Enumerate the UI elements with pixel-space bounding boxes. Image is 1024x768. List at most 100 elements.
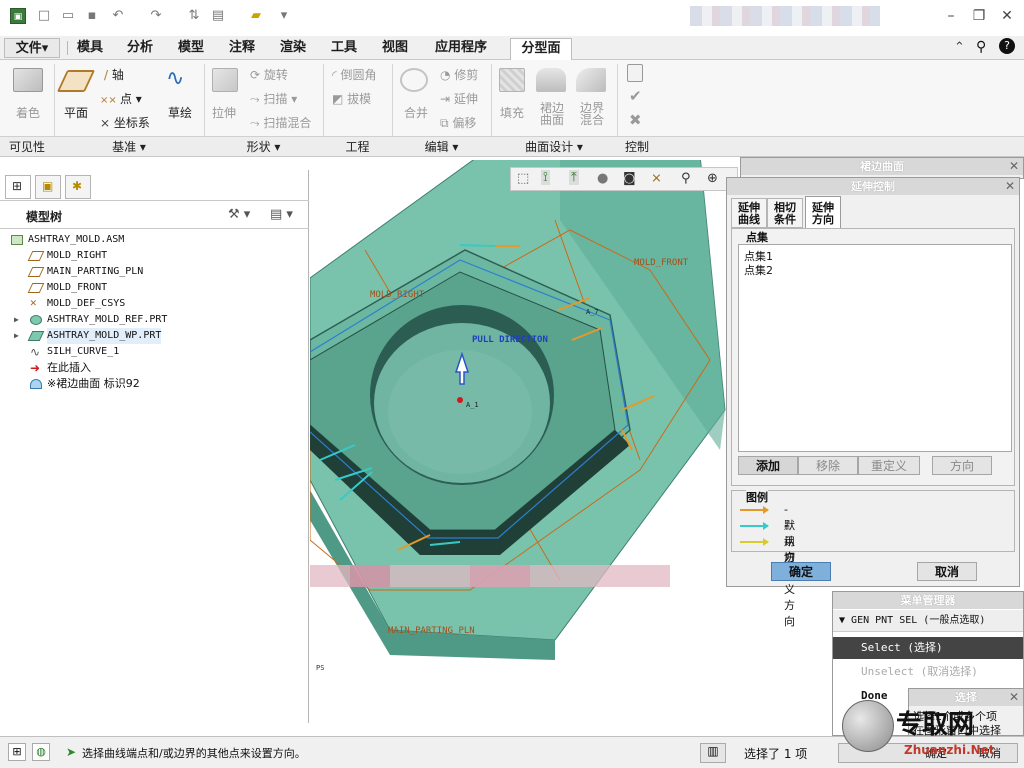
restore-icon[interactable]: ❐ xyxy=(970,7,988,25)
open-icon[interactable]: ▭ xyxy=(60,8,76,24)
new-icon[interactable]: □ xyxy=(36,8,52,24)
cancel-x-button[interactable]: ✖ xyxy=(629,111,642,129)
tree-item-mold-right[interactable]: MOLD_RIGHT xyxy=(27,248,107,264)
tab-file[interactable]: 文件▾ xyxy=(4,38,60,58)
tab-tangent-condition[interactable]: 相切 条件 xyxy=(767,198,803,228)
trim-button[interactable]: ◔ 修剪 xyxy=(440,66,478,83)
datum-point-display-icon[interactable]: ⤒ xyxy=(569,170,579,185)
sketch-button[interactable]: 草绘 xyxy=(168,104,192,121)
group-editing[interactable]: 编辑 ▾ xyxy=(392,136,491,156)
csys-display-icon[interactable]: ⨯ xyxy=(651,171,662,186)
direction-button[interactable]: 方向 xyxy=(932,456,992,475)
help-icon[interactable]: ? xyxy=(999,38,1015,54)
csys-button[interactable]: ⨯ 坐标系 xyxy=(100,114,150,131)
tree-item-mold-front[interactable]: MOLD_FRONT xyxy=(27,280,107,296)
tab-annotate[interactable]: 注释 xyxy=(222,38,262,58)
collapse-ribbon-icon[interactable]: ⌃ xyxy=(954,40,965,55)
ok-button[interactable]: 确定 xyxy=(771,562,831,581)
tab-mold[interactable]: 模具 xyxy=(70,38,110,58)
model-tree-toggle-icon[interactable]: ⊞ xyxy=(8,743,26,761)
group-shapes[interactable]: 形状 ▾ xyxy=(204,136,323,156)
app-icon[interactable]: ▣ xyxy=(10,8,26,24)
tab-extend-direction[interactable]: 延伸 方向 xyxy=(805,196,841,229)
tab-render[interactable]: 渲染 xyxy=(273,38,313,58)
tab-applications[interactable]: 应用程序 xyxy=(426,38,496,58)
close-icon[interactable]: ✕ xyxy=(1009,689,1019,706)
browser-toggle-icon[interactable]: ◍ xyxy=(32,743,50,761)
close-icon[interactable]: ✕ xyxy=(1009,158,1019,175)
skirt-surface-button[interactable]: 裙边 曲面 xyxy=(540,102,564,126)
tab-tools[interactable]: 工具 xyxy=(324,38,364,58)
extrude-button[interactable]: 拉伸 xyxy=(212,104,236,121)
minimize-icon[interactable]: – xyxy=(942,7,960,25)
regenerate-icon[interactable]: ⇅ xyxy=(186,8,202,24)
boundary-blend-button[interactable]: 边界 混合 xyxy=(580,102,604,126)
menu-header[interactable]: ▼ GEN PNT SEL (一般点选取) xyxy=(833,610,1023,632)
pause-icon[interactable] xyxy=(627,64,643,82)
close-icon[interactable]: ✕ xyxy=(1005,178,1015,195)
offset-button[interactable]: ⧉ 偏移 xyxy=(440,114,476,131)
axis-button[interactable]: / 轴 xyxy=(104,66,124,83)
title-bar: ▣ □ ▭ ▪ ↶ ↷ ⇅ ▤ ▰ ▾ – ❐ ✕ xyxy=(0,0,1024,34)
tab-view[interactable]: 视图 xyxy=(375,38,415,58)
tree-item-skirt-surface[interactable]: ※裙边曲面 标识92 xyxy=(30,376,140,392)
redefine-button[interactable]: 重定义 xyxy=(858,456,920,475)
group-surface-design[interactable]: 曲面设计 ▾ xyxy=(491,136,617,156)
tree-item-insert-here[interactable]: ➜ 在此插入 xyxy=(30,360,91,376)
extend-button[interactable]: ⇥ 延伸 xyxy=(440,90,478,107)
refit-icon[interactable]: ⬚ xyxy=(517,171,529,186)
tree-item-mold-def-csys[interactable]: ✕ MOLD_DEF_CSYS xyxy=(30,296,125,312)
saved-views-icon[interactable]: ◙ xyxy=(623,171,636,186)
remove-button[interactable]: 移除 xyxy=(798,456,858,475)
sweep-button[interactable]: ⤳ 扫描 ▾ xyxy=(250,90,297,107)
list-item[interactable]: 点集2 xyxy=(744,262,773,278)
tree-item-wp-part[interactable]: ▶ ASHTRAY_MOLD_WP.PRT xyxy=(14,328,162,344)
close-icon[interactable]: ✕ xyxy=(998,7,1016,25)
smart-filter-icon[interactable]: ▥ xyxy=(700,743,726,763)
fill-button[interactable]: 填充 xyxy=(500,104,524,121)
close-window-icon[interactable]: ▰ xyxy=(248,8,264,24)
model-tree-tab-icon[interactable]: ⊞ xyxy=(5,175,31,199)
extend-control-dialog: 延伸控制 ✕ 延伸 曲线 相切 条件 延伸 方向 点集 点集1 点集2 添加 移… xyxy=(726,177,1020,628)
expand-arrow-icon[interactable]: ▶ xyxy=(14,312,19,328)
tree-settings-icon[interactable]: ⚒ ▾ xyxy=(228,207,250,222)
datum-axis-display-icon[interactable]: ⟟ xyxy=(541,170,550,185)
windows-icon[interactable]: ▤ xyxy=(210,8,226,24)
cancel-button[interactable]: 取消 xyxy=(917,562,977,581)
tab-extend-curve[interactable]: 延伸 曲线 xyxy=(731,198,767,228)
redo-icon[interactable]: ↷ xyxy=(148,8,164,24)
tree-item-assembly[interactable]: ASHTRAY_MOLD.ASM xyxy=(11,232,124,248)
ok-check-button[interactable]: ✔ xyxy=(629,87,642,105)
tab-model[interactable]: 模型 xyxy=(171,38,211,58)
add-button[interactable]: 添加 xyxy=(738,456,798,475)
round-button[interactable]: ◜ 倒圆角 xyxy=(332,66,376,83)
display-style-icon[interactable]: ⊕ xyxy=(707,171,718,186)
tree-item-main-parting-pln[interactable]: MAIN_PARTING_PLN xyxy=(27,264,143,280)
menu-item-select[interactable]: Select (选择) xyxy=(833,637,1023,659)
shade-button[interactable]: 着色 xyxy=(16,104,40,121)
customize-icon[interactable]: ▾ xyxy=(276,8,292,24)
draft-button[interactable]: ◩ 拔模 xyxy=(332,90,371,107)
tree-show-icon[interactable]: ▤ ▾ xyxy=(270,207,293,222)
tab-parting-surface[interactable]: 分型面 xyxy=(510,38,572,61)
save-icon[interactable]: ▪ xyxy=(84,8,100,24)
point-button[interactable]: ×× 点 ▾ xyxy=(100,90,142,107)
pointset-list[interactable]: 点集1 点集2 xyxy=(738,244,1012,452)
tab-analysis[interactable]: 分析 xyxy=(120,38,160,58)
spin-center-icon[interactable]: ● xyxy=(597,171,608,186)
swept-blend-button[interactable]: ⤳ 扫描混合 xyxy=(250,114,311,131)
merge-button[interactable]: 合并 xyxy=(404,104,428,121)
group-datum[interactable]: 基准 ▾ xyxy=(54,136,204,156)
plane-button[interactable]: 平面 xyxy=(64,104,88,121)
folder-browser-tab-icon[interactable]: ▣ xyxy=(35,175,61,199)
tree-item-ref-part[interactable]: ▶ ASHTRAY_MOLD_REF.PRT xyxy=(14,312,167,328)
undo-icon[interactable]: ↶ xyxy=(110,8,126,24)
search-icon[interactable]: ⚲ xyxy=(976,39,986,55)
pointset-label: 点集 xyxy=(746,231,768,244)
tree-item-silh-curve[interactable]: ∿ SILH_CURVE_1 xyxy=(30,344,119,360)
revolve-button[interactable]: ⟳ 旋转 xyxy=(250,66,288,83)
zoom-icon[interactable]: ⚲ xyxy=(681,171,691,186)
menu-item-unselect[interactable]: Unselect (取消选择) xyxy=(833,661,1023,683)
expand-arrow-icon[interactable]: ▶ xyxy=(14,328,19,344)
favorites-tab-icon[interactable]: ✱ xyxy=(65,175,91,199)
